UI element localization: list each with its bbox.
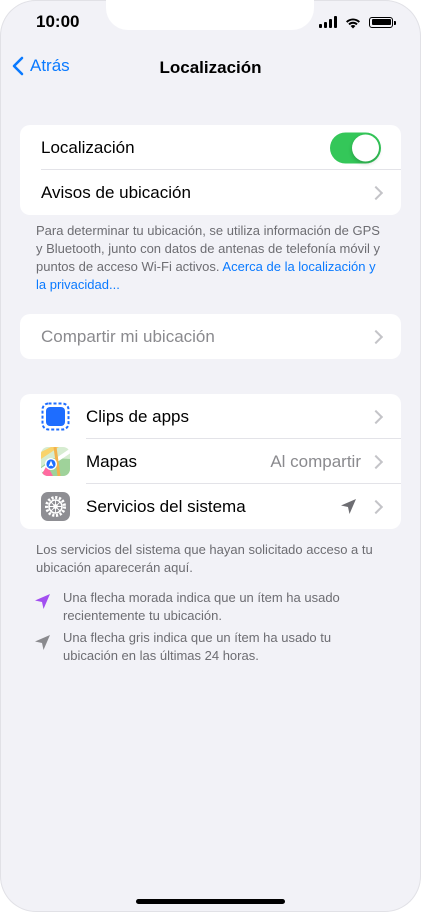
location-label: Localización bbox=[41, 137, 135, 157]
wifi-icon bbox=[346, 18, 360, 29]
navigation-bar: Atrás Localización bbox=[0, 56, 421, 80]
chevron-right-icon bbox=[368, 329, 384, 344]
share-location-label: Compartir mi ubicación bbox=[41, 326, 215, 346]
chevron-right-icon bbox=[368, 499, 384, 514]
toggle-knob bbox=[352, 134, 379, 161]
purple-arrow-legend: Una flecha morada indica que un ítem ha … bbox=[63, 590, 340, 623]
battery-icon bbox=[369, 16, 396, 28]
location-info-footer: Para determinar tu ubicación, se utiliza… bbox=[36, 222, 388, 294]
status-time: 10:00 bbox=[36, 12, 80, 31]
system-services-footer: Los servicios del sistema que hayan soli… bbox=[36, 542, 373, 575]
phone-screen: 10:00 Atrás Localización Localización Av… bbox=[0, 0, 421, 912]
gray-arrow-legend: Una flecha gris indica que un ítem ha us… bbox=[63, 630, 332, 663]
chevron-right-icon bbox=[368, 185, 384, 200]
page-title: Localización bbox=[159, 58, 262, 77]
app-clips-label: Clips de apps bbox=[86, 406, 190, 426]
status-icons bbox=[319, 15, 396, 29]
share-location-group: Compartir mi ubicación bbox=[20, 314, 401, 359]
location-alerts-row[interactable]: Avisos de ubicación bbox=[20, 170, 401, 215]
app-clips-icon bbox=[41, 402, 70, 431]
location-row: Localización bbox=[20, 125, 401, 170]
maps-row[interactable]: Mapas Al compartir bbox=[20, 439, 401, 484]
location-settings-group: Localización Avisos de ubicación bbox=[20, 125, 401, 215]
system-services-gear-icon bbox=[41, 492, 70, 521]
system-services-label: Servicios del sistema bbox=[86, 496, 246, 516]
app-clips-row[interactable]: Clips de apps bbox=[20, 394, 401, 439]
location-toggle[interactable] bbox=[330, 132, 381, 163]
location-alerts-label: Avisos de ubicación bbox=[41, 182, 191, 202]
apps-group: Clips de apps Mapas Al compartir Servici… bbox=[20, 394, 401, 529]
system-services-row[interactable]: Servicios del sistema bbox=[20, 484, 401, 529]
location-arrow-icon bbox=[341, 499, 356, 514]
cellular-signal-icon bbox=[319, 16, 337, 28]
home-indicator[interactable] bbox=[136, 899, 285, 904]
maps-icon bbox=[41, 447, 70, 476]
chevron-right-icon bbox=[368, 409, 384, 424]
maps-label: Mapas bbox=[86, 451, 138, 471]
share-location-row[interactable]: Compartir mi ubicación bbox=[20, 314, 401, 359]
gray-location-arrow-icon bbox=[35, 635, 50, 650]
notch bbox=[106, 0, 314, 30]
chevron-right-icon bbox=[368, 454, 384, 469]
maps-value: Al compartir bbox=[270, 451, 361, 471]
purple-location-arrow-icon bbox=[35, 594, 50, 609]
